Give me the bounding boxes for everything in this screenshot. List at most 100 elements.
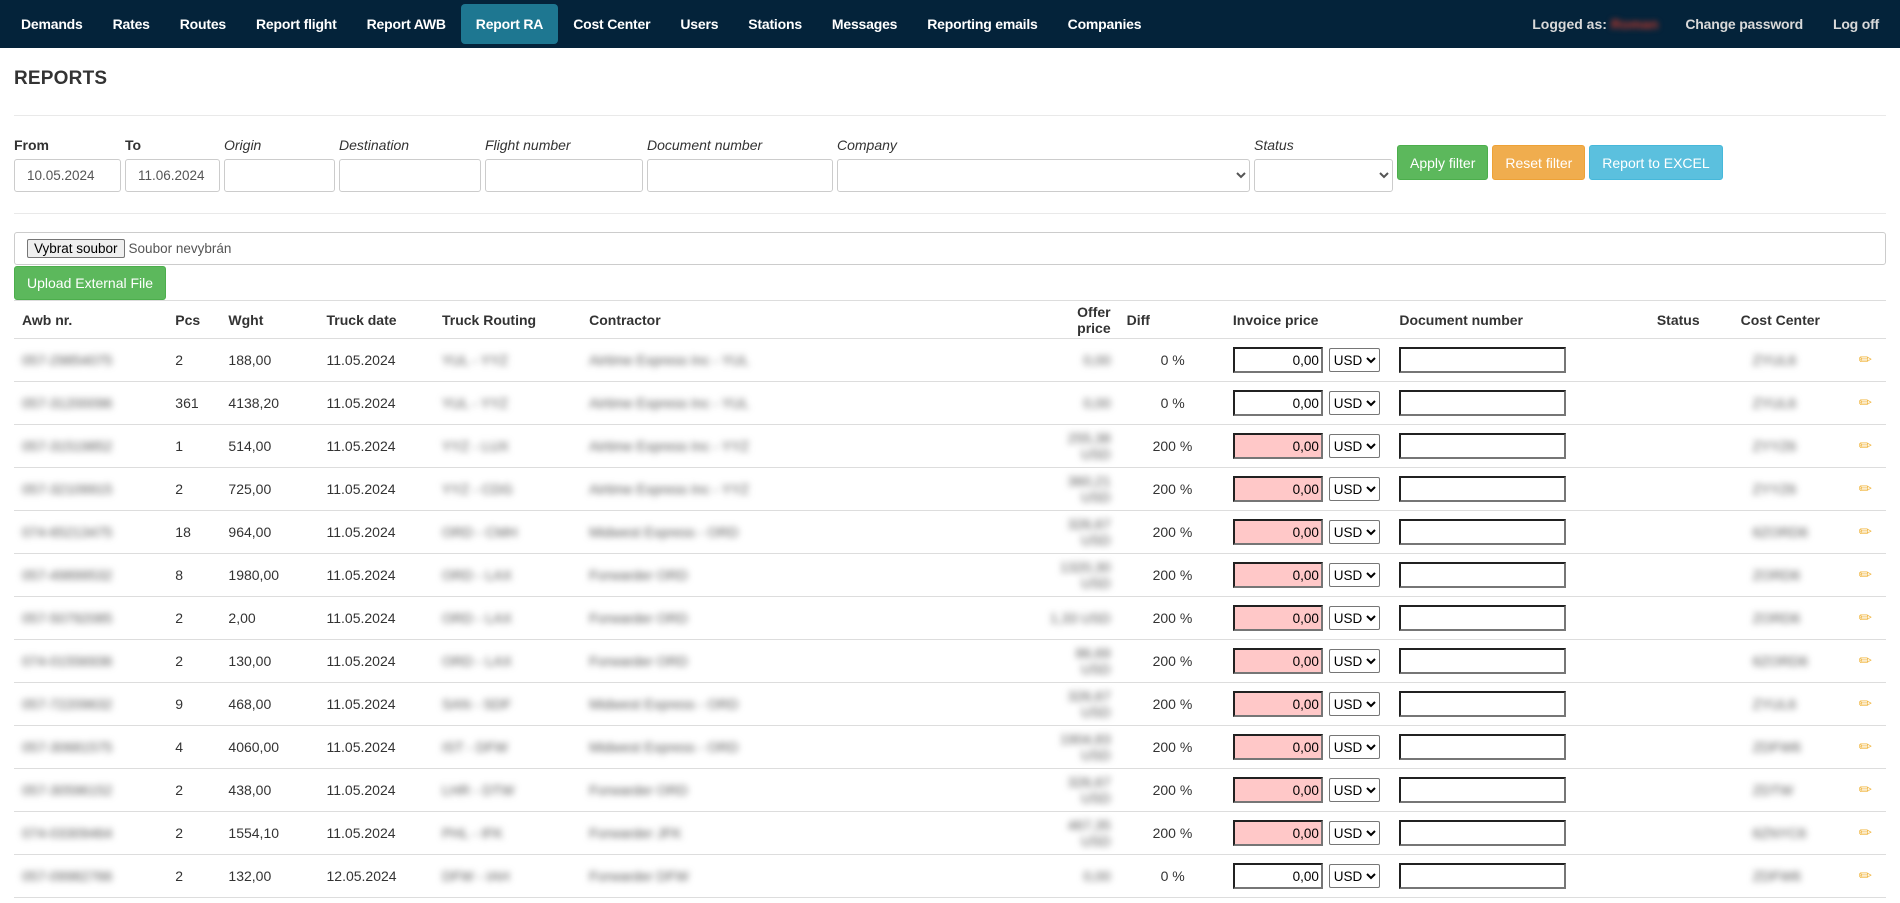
- nav-item-demands[interactable]: Demands: [6, 4, 98, 44]
- invoice-price-input[interactable]: [1232, 820, 1323, 846]
- nav-item-users[interactable]: Users: [665, 4, 733, 44]
- change-password-link[interactable]: Change password: [1670, 4, 1818, 44]
- currency-select[interactable]: USD: [1328, 520, 1380, 544]
- document-number-input[interactable]: [1399, 691, 1567, 717]
- nav-item-companies[interactable]: Companies: [1053, 4, 1157, 44]
- nav-item-cost-center[interactable]: Cost Center: [558, 4, 665, 44]
- table-row: 074-03309464 2 1554,10 11.05.2024 PHL - …: [14, 811, 1886, 855]
- document-number-input[interactable]: [1399, 777, 1567, 803]
- flight-number-input[interactable]: [485, 159, 643, 192]
- document-number-input[interactable]: [1399, 734, 1567, 760]
- invoice-price-input[interactable]: [1232, 863, 1323, 889]
- pencil-icon[interactable]: ✏: [1859, 393, 1872, 413]
- currency-select[interactable]: USD: [1328, 391, 1380, 415]
- document-number-input[interactable]: [1399, 562, 1567, 588]
- table-row: 074-01556936 2 130,00 11.05.2024 ORD - L…: [14, 639, 1886, 683]
- currency-select[interactable]: USD: [1328, 735, 1380, 759]
- nav-item-messages[interactable]: Messages: [817, 4, 912, 44]
- nav-item-routes[interactable]: Routes: [165, 4, 241, 44]
- document-number-input[interactable]: [1399, 347, 1567, 373]
- document-number-input[interactable]: [1399, 863, 1567, 889]
- pieces: 2: [167, 596, 221, 640]
- table-row: 057-09982766 2 132,00 12.05.2024 DFW - I…: [14, 854, 1886, 898]
- invoice-price-input[interactable]: [1232, 648, 1323, 674]
- choose-file-button[interactable]: Vybrat soubor: [27, 239, 125, 258]
- currency-select[interactable]: USD: [1328, 477, 1380, 501]
- pencil-icon[interactable]: ✏: [1859, 522, 1872, 542]
- document-number-input[interactable]: [1399, 519, 1567, 545]
- offer-price: 255,38 USD: [1067, 430, 1111, 462]
- currency-select[interactable]: USD: [1328, 864, 1380, 888]
- pencil-icon[interactable]: ✏: [1859, 737, 1872, 757]
- awb-number: 057-32109915: [22, 481, 113, 497]
- currency-select[interactable]: USD: [1328, 778, 1380, 802]
- upload-external-file-button[interactable]: Upload External File: [14, 266, 167, 300]
- log-off-link[interactable]: Log off: [1818, 4, 1894, 44]
- nav-item-report-awb[interactable]: Report AWB: [352, 4, 461, 44]
- pencil-icon[interactable]: ✏: [1859, 780, 1872, 800]
- document-number-input[interactable]: [1399, 648, 1567, 674]
- currency-select[interactable]: USD: [1328, 649, 1380, 673]
- truck-date: 12.05.2024: [318, 854, 434, 898]
- destination-label: Destination: [339, 137, 410, 153]
- pencil-icon[interactable]: ✏: [1859, 436, 1872, 456]
- truck-routing: ORD - LAX: [441, 653, 512, 669]
- invoice-price-input[interactable]: [1232, 777, 1323, 803]
- offer-price: 1904,83 USD: [1060, 731, 1111, 763]
- nav-item-stations[interactable]: Stations: [733, 4, 817, 44]
- invoice-price-input[interactable]: [1232, 734, 1323, 760]
- nav-item-report-flight[interactable]: Report flight: [241, 4, 352, 44]
- currency-select[interactable]: USD: [1328, 348, 1380, 372]
- pencil-icon[interactable]: ✏: [1859, 694, 1872, 714]
- document-number-input[interactable]: [1399, 390, 1567, 416]
- invoice-price-input[interactable]: [1232, 519, 1323, 545]
- nav-item-report-ra[interactable]: Report RA: [460, 4, 559, 44]
- nav-item-rates[interactable]: Rates: [98, 4, 165, 44]
- currency-select[interactable]: USD: [1328, 563, 1380, 587]
- document-number-input[interactable]: [1399, 820, 1567, 846]
- document-number-input[interactable]: [1399, 476, 1567, 502]
- cost-center: ZYYZ6: [1752, 481, 1797, 497]
- pencil-icon[interactable]: ✏: [1859, 866, 1872, 886]
- pencil-icon[interactable]: ✏: [1859, 823, 1872, 843]
- document-number-input[interactable]: [647, 159, 833, 192]
- pencil-icon[interactable]: ✏: [1859, 651, 1872, 671]
- cost-center: 6ZNYC6: [1752, 825, 1807, 841]
- currency-select[interactable]: USD: [1328, 606, 1380, 630]
- truck-routing: YYZ - CDG: [441, 481, 513, 497]
- cost-center: 6ZORD6: [1752, 524, 1808, 540]
- document-number-input[interactable]: [1399, 605, 1567, 631]
- to-date-input[interactable]: [125, 159, 220, 192]
- invoice-price-input[interactable]: [1232, 562, 1323, 588]
- invoice-price-input[interactable]: [1232, 605, 1323, 631]
- invoice-price-input[interactable]: [1232, 476, 1323, 502]
- status: [1648, 682, 1733, 726]
- invoice-price-input[interactable]: [1232, 691, 1323, 717]
- invoice-price-input[interactable]: [1232, 433, 1323, 459]
- status: [1648, 854, 1733, 898]
- origin-input[interactable]: [224, 159, 335, 192]
- currency-select[interactable]: USD: [1328, 692, 1380, 716]
- pieces: 9: [167, 682, 221, 726]
- pencil-icon[interactable]: ✏: [1859, 565, 1872, 585]
- report-excel-button[interactable]: Report to EXCEL: [1589, 145, 1723, 180]
- currency-select[interactable]: USD: [1328, 821, 1380, 845]
- table-row: 057-49899532 8 1980,00 11.05.2024 ORD - …: [14, 553, 1886, 597]
- reset-filter-button[interactable]: Reset filter: [1492, 145, 1586, 180]
- pencil-icon[interactable]: ✏: [1859, 350, 1872, 370]
- pieces: 4: [167, 725, 221, 769]
- invoice-price-input[interactable]: [1232, 347, 1323, 373]
- pencil-icon[interactable]: ✏: [1859, 608, 1872, 628]
- destination-input[interactable]: [339, 159, 481, 192]
- apply-filter-button[interactable]: Apply filter: [1397, 145, 1489, 180]
- file-input[interactable]: Vybrat soubor Soubor nevybrán: [14, 232, 1886, 265]
- status-select[interactable]: [1254, 159, 1393, 192]
- pencil-icon[interactable]: ✏: [1859, 479, 1872, 499]
- invoice-price-input[interactable]: [1232, 390, 1323, 416]
- from-date-input[interactable]: [14, 159, 121, 192]
- weight: 725,00: [220, 467, 319, 511]
- nav-item-reporting-emails[interactable]: Reporting emails: [912, 4, 1052, 44]
- document-number-input[interactable]: [1399, 433, 1567, 459]
- currency-select[interactable]: USD: [1328, 434, 1380, 458]
- company-select[interactable]: [837, 159, 1250, 192]
